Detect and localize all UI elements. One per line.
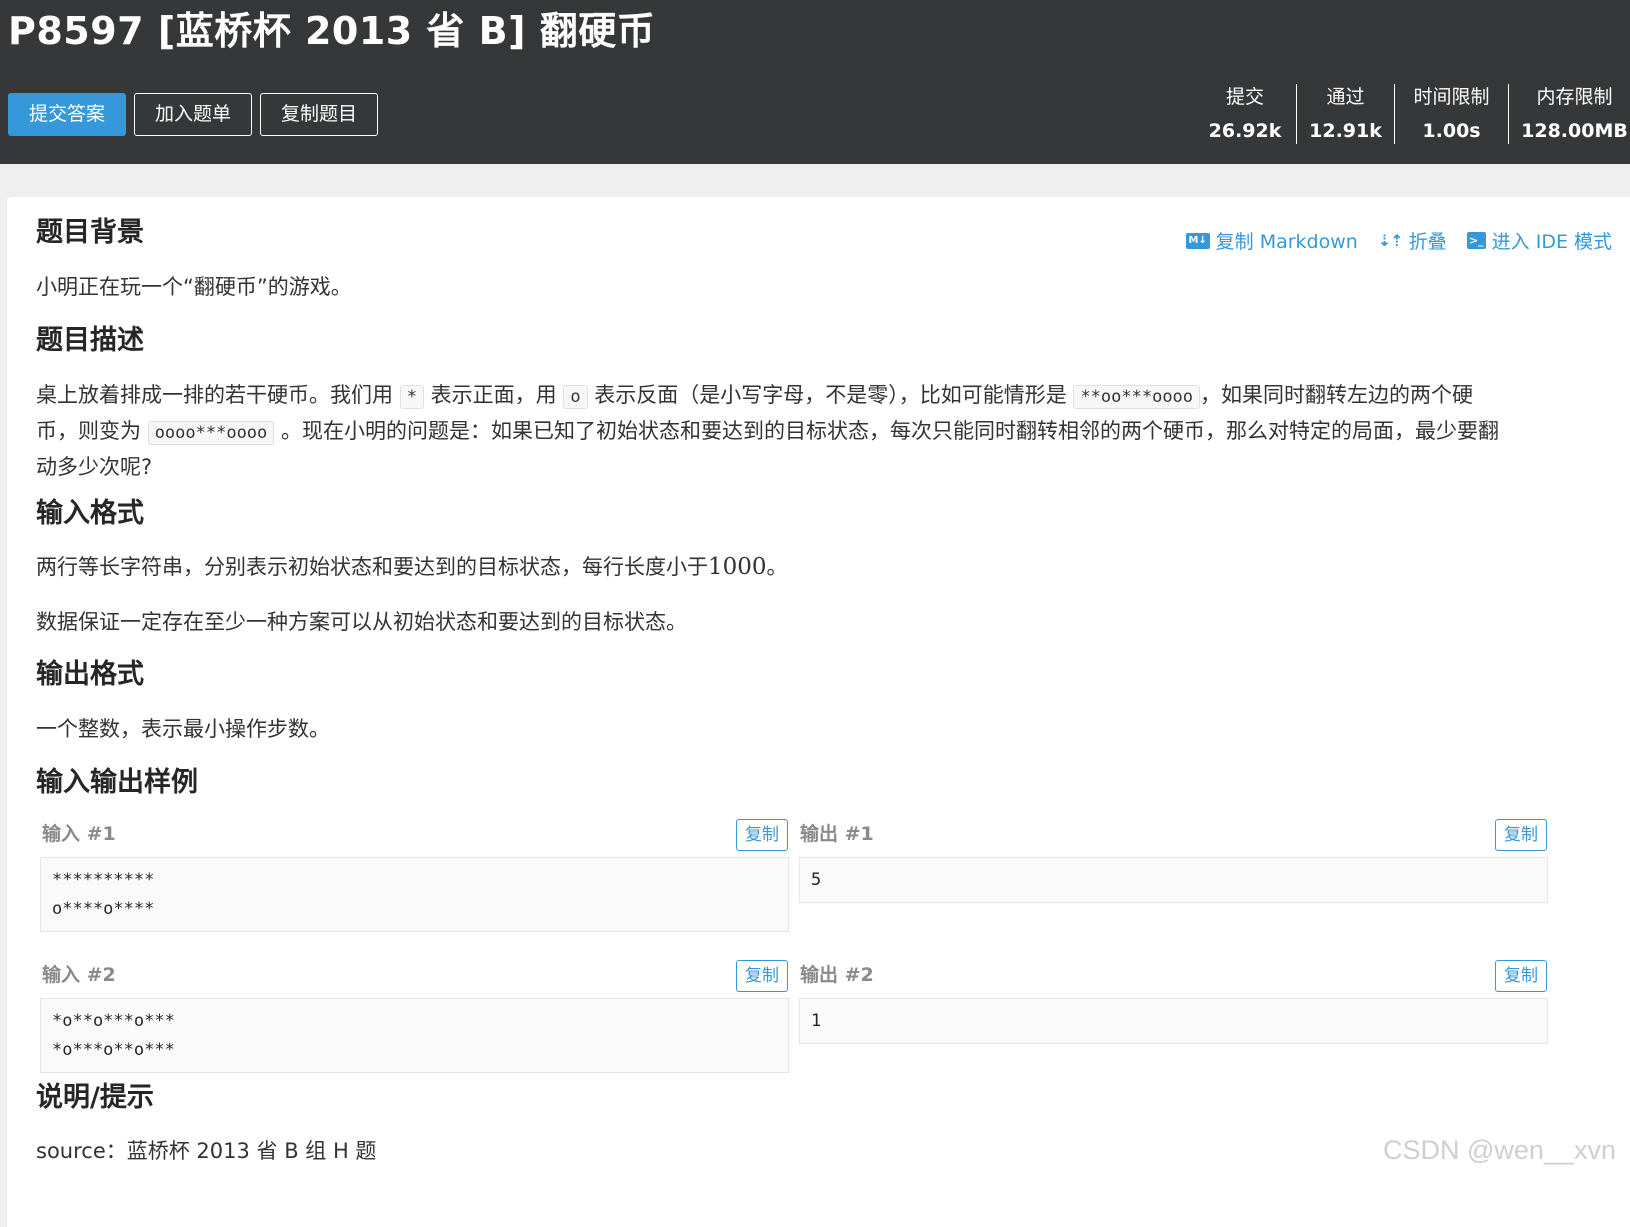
- sample-output-box[interactable]: 1: [799, 998, 1548, 1044]
- stat-accepted: 通过 12.91k: [1296, 84, 1394, 144]
- ide-mode-label: 进入 IDE 模式: [1491, 231, 1612, 253]
- collapse-icon: ⇣⇡: [1377, 231, 1404, 250]
- section-title-background: 题目背景: [36, 217, 144, 248]
- stat-label: 提交: [1225, 86, 1264, 108]
- sample-input-line: *o***o**o***: [52, 1040, 175, 1060]
- stat-value: 1.00s: [1422, 120, 1481, 142]
- copy-sample-output-button[interactable]: 复制: [1495, 819, 1547, 851]
- stat-time-limit: 时间限制 1.00s: [1394, 84, 1508, 144]
- output-format-text: 一个整数，表示最小操作步数。: [36, 717, 330, 741]
- section-title-samples: 输入输出样例: [36, 767, 198, 798]
- sample-output-label: 输出 #2: [800, 964, 874, 986]
- page-title: P8597 [蓝桥杯 2013 省 B] 翻硬币: [8, 9, 656, 53]
- inline-code: *: [399, 385, 424, 409]
- copy-sample-input-button[interactable]: 复制: [736, 819, 788, 851]
- background-text: 小明正在玩一个“翻硬币”的游戏。: [36, 275, 352, 299]
- copy-problem-button[interactable]: 复制题目: [260, 93, 379, 136]
- stat-submissions: 提交 26.92k: [1194, 84, 1296, 144]
- description-fragment: 表示反面（是小写字母，不是零），比如可能情形是: [594, 383, 1067, 407]
- terminal-icon: >_: [1466, 232, 1486, 249]
- copy-sample-input-button[interactable]: 复制: [736, 960, 788, 992]
- sample-input-line: *o**o***o***: [52, 1011, 175, 1031]
- stat-value: 128.00MB: [1521, 120, 1628, 142]
- problem-toolbar: M↓ 复制 Markdown ⇣⇡ 折叠 >_ 进入 IDE 模式: [1185, 227, 1612, 254]
- fold-link[interactable]: ⇣⇡ 折叠: [1378, 227, 1447, 254]
- sample-output-line: 1: [811, 1011, 822, 1031]
- section-title-output: 输出格式: [36, 659, 144, 690]
- sample-input-box[interactable]: ********** o****o****: [40, 857, 789, 932]
- sample-output-line: 5: [811, 870, 822, 890]
- markdown-icon: M↓: [1185, 232, 1210, 249]
- description-fragment: 币，则变为: [36, 419, 141, 443]
- action-bar: 提交答案 加入题单 复制题目: [8, 93, 379, 136]
- sample-input-line: o****o****: [52, 899, 155, 919]
- sample-input-line: **********: [52, 870, 155, 890]
- stat-label: 内存限制: [1536, 86, 1613, 108]
- description-fragment: ，如果同时翻转左边的两个硬: [1200, 383, 1474, 407]
- description-fragment: 桌上放着排成一排的若干硬币。我们用: [36, 383, 393, 407]
- sample-input-label: 输入 #1: [42, 823, 116, 845]
- problem-card: M↓ 复制 Markdown ⇣⇡ 折叠 >_ 进入 IDE 模式 题目背景 小…: [7, 197, 1630, 1227]
- problem-stats: 提交 26.92k 通过 12.91k 时间限制 1.00s 内存限制 128.…: [1194, 84, 1630, 144]
- stat-label: 通过: [1326, 86, 1365, 108]
- hint-text: source：蓝桥杯 2013 省 B 组 H 题: [36, 1139, 377, 1163]
- inline-code: oooo***oooo: [147, 421, 275, 445]
- input-format-text: 两行等长字符串，分别表示初始状态和要达到的目标状态，每行长度小于1000。: [36, 550, 788, 584]
- sample-input-label: 输入 #2: [42, 964, 116, 986]
- stat-label: 时间限制: [1413, 86, 1490, 108]
- submit-answer-button[interactable]: 提交答案: [8, 93, 127, 136]
- section-title-hint: 说明/提示: [36, 1082, 154, 1113]
- description-fragment: 动多少次呢?: [36, 455, 153, 479]
- fold-label: 折叠: [1408, 231, 1447, 253]
- stat-value: 26.92k: [1208, 120, 1282, 142]
- copy-markdown-label: 复制 Markdown: [1215, 231, 1358, 253]
- inline-code: o: [563, 385, 588, 409]
- ide-mode-link[interactable]: >_ 进入 IDE 模式: [1466, 227, 1612, 254]
- sample-output-box[interactable]: 5: [799, 857, 1548, 903]
- section-title-description: 题目描述: [36, 325, 144, 356]
- input-guarantee-text: 数据保证一定存在至少一种方案可以从初始状态和要达到的目标状态。: [36, 610, 687, 634]
- stat-memory-limit: 内存限制 128.00MB: [1508, 84, 1630, 144]
- add-to-list-button[interactable]: 加入题单: [134, 93, 253, 136]
- sample-output-label: 输出 #1: [800, 823, 874, 845]
- sample-input-box[interactable]: *o**o***o*** *o***o**o***: [40, 998, 789, 1073]
- input-format-fragment: 两行等长字符串，分别表示初始状态和要达到的目标状态，每行长度小于: [36, 555, 708, 579]
- csdn-watermark: CSDN @wen__xvn: [1383, 1135, 1616, 1165]
- input-format-fragment: 。: [766, 555, 788, 579]
- problem-header: P8597 [蓝桥杯 2013 省 B] 翻硬币 提交答案 加入题单 复制题目 …: [0, 0, 1630, 164]
- inline-code: **oo***oooo: [1073, 385, 1201, 409]
- section-title-input: 输入格式: [36, 498, 144, 529]
- stat-value: 12.91k: [1309, 120, 1382, 142]
- description-text: 桌上放着排成一排的若干硬币。我们用 * 表示正面，用 o 表示反面（是小写字母，…: [36, 378, 1576, 484]
- copy-sample-output-button[interactable]: 复制: [1495, 960, 1547, 992]
- math-number: 1000: [708, 554, 767, 580]
- description-fragment: 。现在小明的问题是：如果已知了初始状态和要达到的目标状态，每次只能同时翻转相邻的…: [280, 419, 1499, 443]
- description-fragment: 表示正面，用: [430, 383, 557, 407]
- copy-markdown-link[interactable]: M↓ 复制 Markdown: [1185, 227, 1358, 254]
